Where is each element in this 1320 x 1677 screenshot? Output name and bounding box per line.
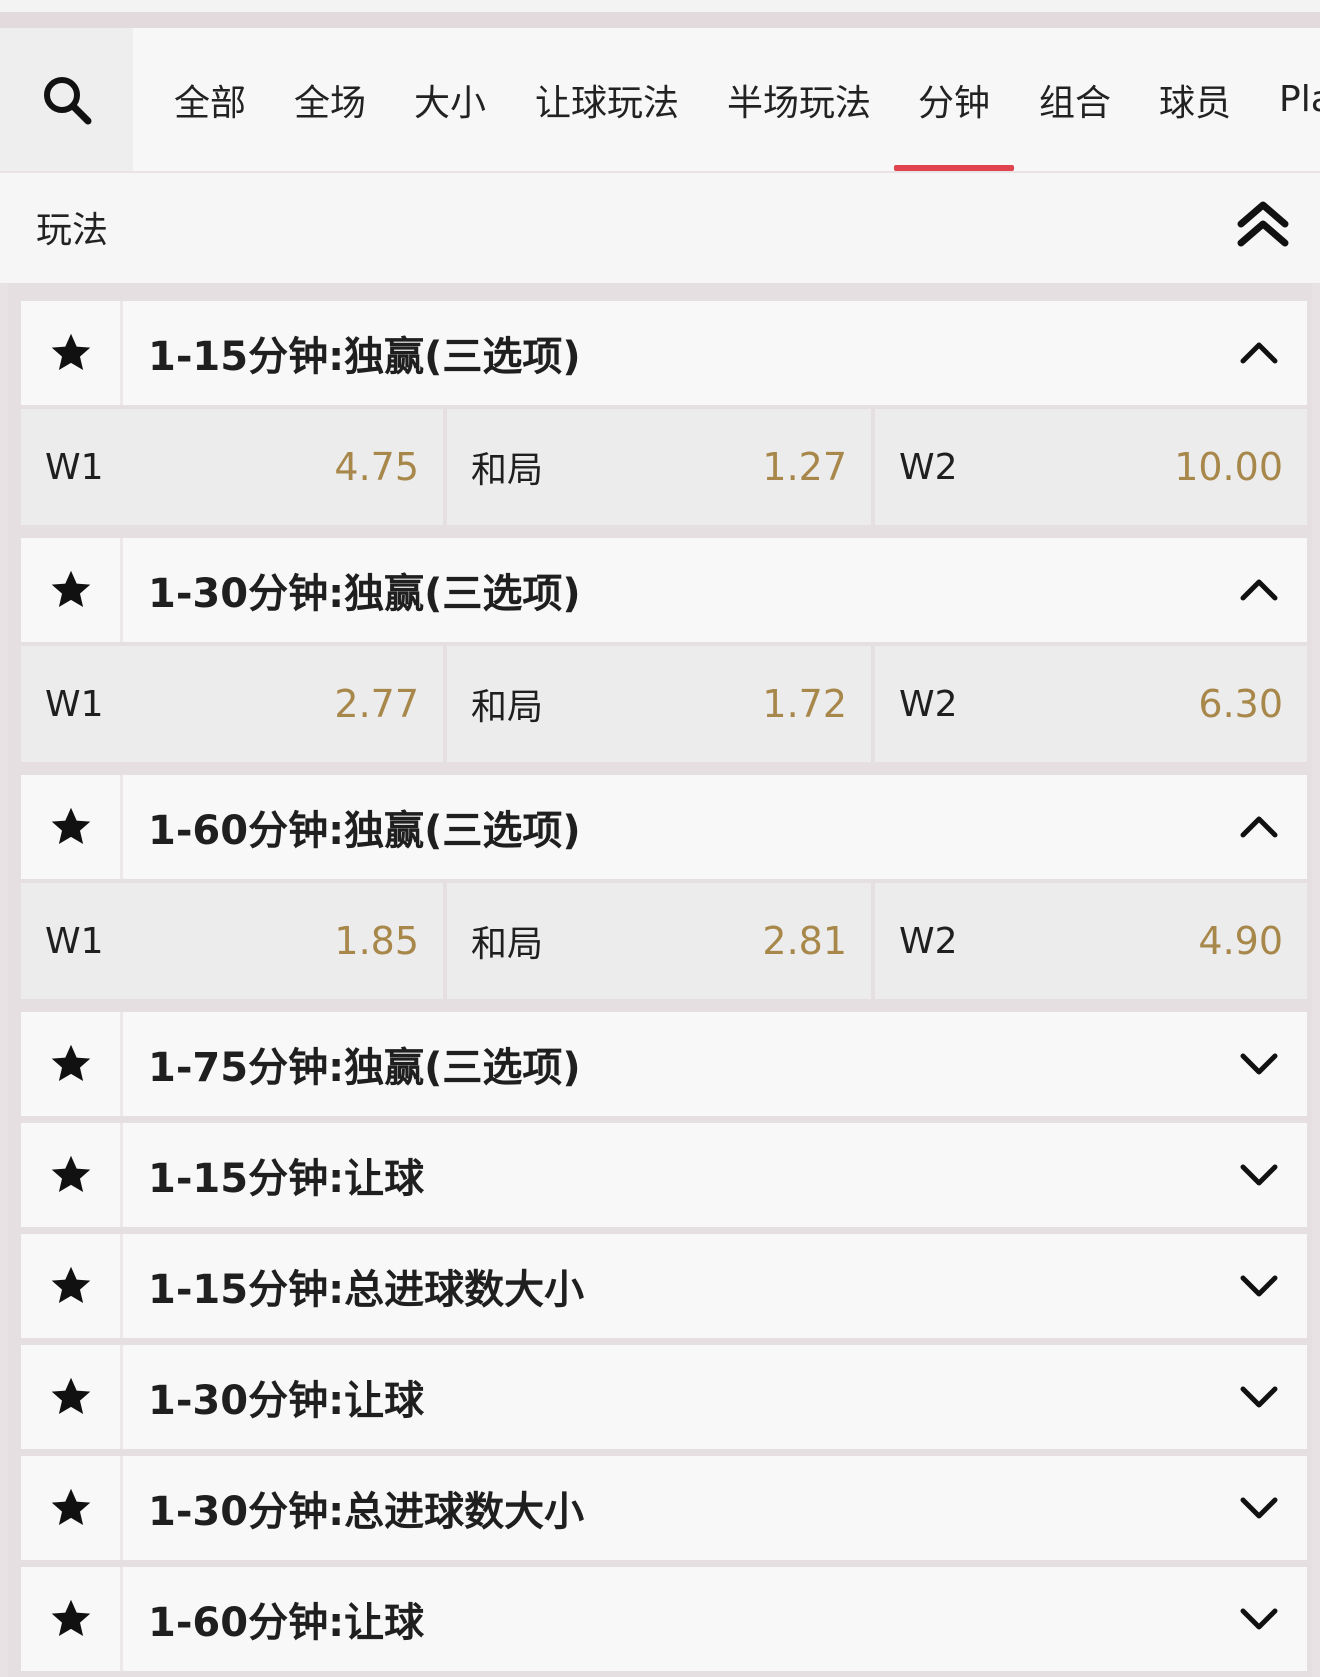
favorite-button[interactable] (21, 301, 123, 405)
odds-row: W1 4.75 和局 1.27 W2 10.00 (21, 409, 1307, 527)
favorite-button[interactable] (21, 1123, 123, 1227)
odds-button-w1[interactable]: W1 4.75 (21, 409, 443, 525)
markets-section-header: 玩法 (0, 173, 1320, 283)
market-title: 1-15分钟:独赢(三选项) (148, 334, 581, 380)
active-tab-indicator (894, 165, 1014, 171)
tab-more[interactable]: Pla (1279, 28, 1320, 171)
odds-label: W1 (45, 446, 104, 488)
odds-value: 2.81 (762, 919, 847, 963)
star-icon (51, 333, 90, 371)
favorite-button[interactable] (21, 775, 123, 879)
chevron-down-icon[interactable] (1239, 1490, 1279, 1526)
odds-label: 和局 (471, 924, 544, 965)
tab-combo[interactable]: 组合 (1039, 28, 1111, 171)
tab-all[interactable]: 全部 (174, 28, 246, 171)
tab-handicap[interactable]: 让球玩法 (535, 28, 679, 171)
odds-value: 1.72 (762, 682, 847, 726)
chevron-up-icon[interactable] (1239, 809, 1279, 845)
double-chevron-up-icon[interactable] (1236, 200, 1290, 250)
odds-button-draw[interactable]: 和局 2.81 (447, 883, 871, 999)
odds-row: W1 1.85 和局 2.81 W2 4.90 (21, 883, 1307, 1001)
market-header[interactable]: 1-75分钟:独赢(三选项) (21, 1012, 1307, 1116)
chevron-down-icon[interactable] (1239, 1601, 1279, 1637)
market-header[interactable]: 1-60分钟:独赢(三选项) (21, 775, 1307, 879)
odds-label: W2 (899, 683, 958, 725)
market-title: 1-75分钟:独赢(三选项) (148, 1045, 581, 1091)
tab-minutes[interactable]: 分钟 (894, 28, 1014, 171)
market-header[interactable]: 1-15分钟:总进球数大小 (21, 1234, 1307, 1338)
odds-value: 6.30 (1198, 682, 1283, 726)
star-icon (51, 1599, 90, 1637)
market-title: 1-60分钟:独赢(三选项) (148, 808, 581, 854)
chevron-up-icon[interactable] (1239, 335, 1279, 371)
chevron-up-icon[interactable] (1239, 572, 1279, 608)
star-icon (51, 1266, 90, 1304)
odds-value: 10.00 (1174, 445, 1283, 489)
status-strip (0, 0, 1320, 12)
market-header[interactable]: 1-15分钟:独赢(三选项) (21, 301, 1307, 405)
tab-over-under[interactable]: 大小 (414, 28, 486, 171)
chevron-down-icon[interactable] (1239, 1046, 1279, 1082)
star-icon (51, 807, 90, 845)
market-header[interactable]: 1-30分钟:总进球数大小 (21, 1456, 1307, 1560)
market-title: 1-15分钟:总进球数大小 (148, 1267, 585, 1313)
chevron-down-icon[interactable] (1239, 1379, 1279, 1415)
market-title: 1-30分钟:让球 (148, 1378, 425, 1424)
odds-value: 4.75 (334, 445, 419, 489)
favorite-button[interactable] (21, 1012, 123, 1116)
odds-button-draw[interactable]: 和局 1.27 (447, 409, 871, 525)
odds-button-draw[interactable]: 和局 1.72 (447, 646, 871, 762)
star-icon (51, 1044, 90, 1082)
star-icon (51, 1377, 90, 1415)
category-tabbar: 全部 全场 大小 让球玩法 半场玩法 分钟 组合 球员 Pla (0, 28, 1320, 173)
star-icon (51, 570, 90, 608)
tab-half-time[interactable]: 半场玩法 (727, 28, 871, 171)
odds-value: 4.90 (1198, 919, 1283, 963)
market-header[interactable]: 1-30分钟:独赢(三选项) (21, 538, 1307, 642)
market-header[interactable]: 1-30分钟:让球 (21, 1345, 1307, 1449)
odds-value: 1.85 (334, 919, 419, 963)
tab-players[interactable]: 球员 (1159, 28, 1231, 171)
odds-label: 和局 (471, 687, 544, 728)
market-title: 1-60分钟:让球 (148, 1600, 425, 1646)
odds-button-w2[interactable]: W2 10.00 (875, 409, 1307, 525)
chevron-down-icon[interactable] (1239, 1268, 1279, 1304)
search-icon (43, 76, 91, 124)
star-icon (51, 1488, 90, 1526)
section-title: 玩法 (36, 210, 109, 251)
odds-label: W2 (899, 920, 958, 962)
chevron-down-icon[interactable] (1239, 1157, 1279, 1193)
odds-label: W1 (45, 920, 104, 962)
search-button[interactable] (0, 28, 133, 171)
odds-label: W2 (899, 446, 958, 488)
market-header[interactable]: 1-15分钟:让球 (21, 1123, 1307, 1227)
odds-label: 和局 (471, 450, 544, 491)
odds-button-w1[interactable]: W1 2.77 (21, 646, 443, 762)
market-title: 1-30分钟:独赢(三选项) (148, 571, 581, 617)
odds-button-w1[interactable]: W1 1.85 (21, 883, 443, 999)
favorite-button[interactable] (21, 1567, 123, 1671)
odds-button-w2[interactable]: W2 4.90 (875, 883, 1307, 999)
tab-full-match[interactable]: 全场 (294, 28, 366, 171)
market-header[interactable]: 1-60分钟:让球 (21, 1567, 1307, 1671)
market-title: 1-30分钟:总进球数大小 (148, 1489, 585, 1535)
favorite-button[interactable] (21, 1456, 123, 1560)
odds-row: W1 2.77 和局 1.72 W2 6.30 (21, 646, 1307, 764)
odds-button-w2[interactable]: W2 6.30 (875, 646, 1307, 762)
favorite-button[interactable] (21, 1345, 123, 1449)
favorite-button[interactable] (21, 1234, 123, 1338)
odds-label: W1 (45, 683, 104, 725)
favorite-button[interactable] (21, 538, 123, 642)
odds-value: 2.77 (334, 682, 419, 726)
market-title: 1-15分钟:让球 (148, 1156, 425, 1202)
top-divider (0, 12, 1320, 28)
star-icon (51, 1155, 90, 1193)
market-list: 1-15分钟:独赢(三选项) W1 4.75 和局 1.27 W2 10.00 … (8, 283, 1312, 1677)
odds-value: 1.27 (762, 445, 847, 489)
